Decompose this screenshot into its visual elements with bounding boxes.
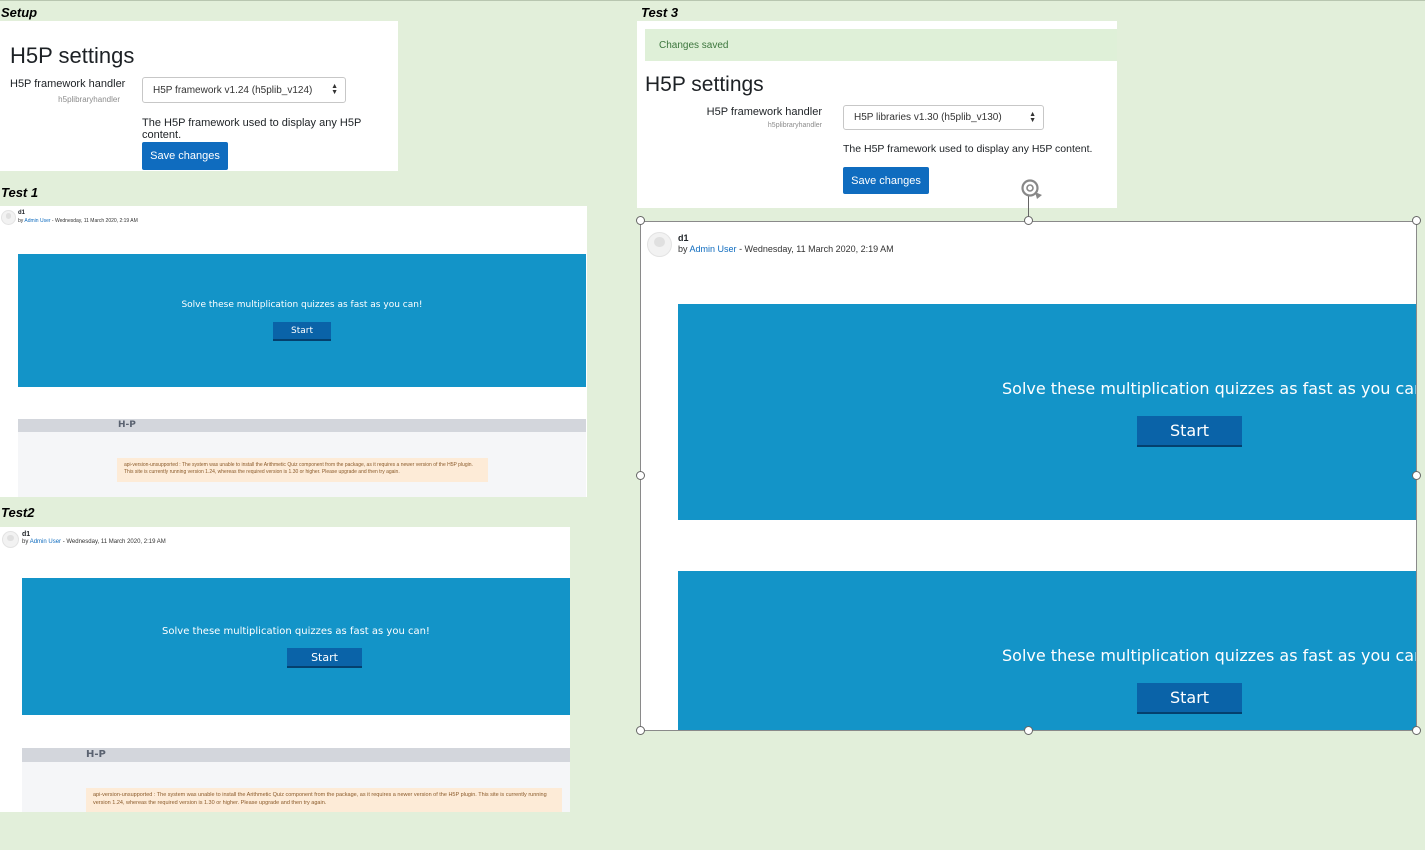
test3-settings-panel: Changes saved H5P settings H5P framework… xyxy=(637,21,1117,208)
test2-post-panel: d1 by Admin User - Wednesday, 11 March 2… xyxy=(0,527,570,812)
error-message: api-version-unsupported : The system was… xyxy=(86,788,562,812)
resize-handle-top-left[interactable] xyxy=(636,216,645,225)
field-description: The H5P framework used to display any H5… xyxy=(843,143,1093,155)
post-date: - Wednesday, 11 March 2020, 2:19 AM xyxy=(62,539,166,545)
section-label-test3: Test 3 xyxy=(641,5,679,20)
quiz-prompt: Solve these multiplication quizzes as fa… xyxy=(181,300,423,310)
select-value: H5P framework v1.24 (h5plib_v124) xyxy=(153,84,313,96)
field-description: The H5P framework used to display any H5… xyxy=(142,117,362,141)
post-by: by xyxy=(22,539,29,545)
framework-handler-select[interactable]: H5P libraries v1.30 (h5plib_v130) ▲ ▼ xyxy=(843,105,1044,130)
save-changes-button[interactable]: Save changes xyxy=(142,142,228,170)
field-sub-label: h5plibraryhandler xyxy=(58,95,120,104)
section-label-test2: Test2 xyxy=(1,505,35,520)
post-title: d1 xyxy=(22,531,31,538)
resize-handle-left[interactable] xyxy=(636,471,645,480)
start-button[interactable]: Start xyxy=(287,648,362,668)
select-value: H5P libraries v1.30 (h5plib_v130) xyxy=(854,112,1002,123)
section-label-setup: Setup xyxy=(1,5,38,20)
quiz-prompt: Solve these multiplication quizzes as fa… xyxy=(162,626,430,637)
page-title: H5P settings xyxy=(10,43,135,68)
setup-settings-panel: H5P settings H5P framework handler h5pli… xyxy=(0,21,398,171)
field-label: H5P framework handler xyxy=(10,78,126,90)
author-link[interactable]: Admin User xyxy=(24,218,50,224)
post-date: - Wednesday, 11 March 2020, 2:19 AM xyxy=(51,218,138,224)
section-label-test1: Test 1 xyxy=(1,185,39,200)
error-zone: api-version-unsupported : The system was… xyxy=(22,762,570,812)
h5p-bar: H-P xyxy=(22,748,570,762)
test1-post-panel: d1 by Admin User - Wednesday, 11 March 2… xyxy=(0,206,587,497)
post-meta: by Admin User - Wednesday, 11 March 2020… xyxy=(22,539,166,545)
resize-handle-bottom-left[interactable] xyxy=(636,726,645,735)
avatar xyxy=(1,210,16,225)
rotate-icon[interactable] xyxy=(1018,176,1044,200)
post-title: d1 xyxy=(18,210,26,216)
quiz-card: Solve these multiplication quizzes as fa… xyxy=(18,254,586,387)
h5p-logo: H-P xyxy=(118,420,136,430)
start-button[interactable]: Start xyxy=(273,322,331,341)
error-zone: api-version-unsupported : The system was… xyxy=(18,432,586,497)
author-link[interactable]: Admin User xyxy=(30,539,61,545)
resize-handle-top[interactable] xyxy=(1024,216,1033,225)
changes-saved-notice: Changes saved xyxy=(645,29,1117,61)
select-arrows-icon: ▲ ▼ xyxy=(1029,110,1036,124)
image-selection-frame[interactable] xyxy=(640,221,1417,731)
resize-handle-right[interactable] xyxy=(1412,471,1421,480)
resize-handle-top-right[interactable] xyxy=(1412,216,1421,225)
page-title: H5P settings xyxy=(645,73,764,96)
post-meta: by Admin User - Wednesday, 11 March 2020… xyxy=(18,218,138,224)
avatar xyxy=(2,531,19,548)
post-by: by xyxy=(18,218,24,224)
resize-handle-bottom[interactable] xyxy=(1024,726,1033,735)
field-label: H5P framework handler xyxy=(706,106,822,118)
select-arrows-icon: ▲ ▼ xyxy=(331,83,338,96)
quiz-card: Solve these multiplication quizzes as fa… xyxy=(22,578,570,715)
save-changes-button[interactable]: Save changes xyxy=(843,167,929,194)
error-message: api-version-unsupported : The system was… xyxy=(117,458,488,482)
h5p-logo: H-P xyxy=(86,749,106,760)
h5p-bar: H-P xyxy=(18,419,586,432)
framework-handler-select[interactable]: H5P framework v1.24 (h5plib_v124) ▲ ▼ xyxy=(142,77,346,103)
resize-handle-bottom-right[interactable] xyxy=(1412,726,1421,735)
field-sub-label: h5plibraryhandler xyxy=(767,122,822,129)
top-ruler-line xyxy=(0,0,1425,1)
